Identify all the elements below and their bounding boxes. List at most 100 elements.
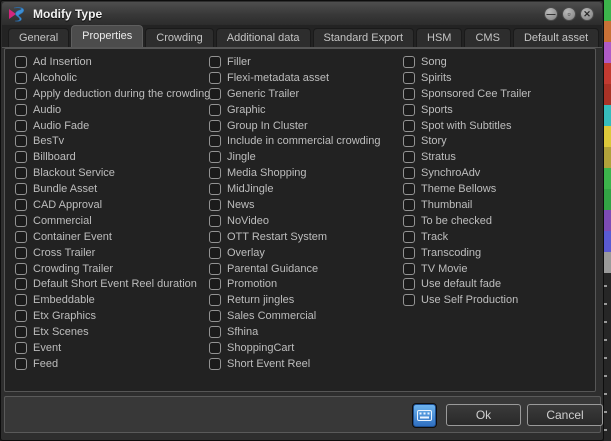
checkbox-item[interactable]: Ad Insertion xyxy=(15,54,207,70)
tab-default-asset[interactable]: Default asset xyxy=(513,28,599,47)
checkbox-unchecked[interactable] xyxy=(15,167,27,179)
checkbox-item[interactable]: Overlay xyxy=(209,245,399,261)
checkbox-item[interactable]: News xyxy=(209,197,399,213)
checkbox-item[interactable]: Filler xyxy=(209,54,399,70)
checkbox-unchecked[interactable] xyxy=(15,120,27,132)
checkbox-item[interactable]: Thumbnail xyxy=(403,197,593,213)
checkbox-unchecked[interactable] xyxy=(15,294,27,306)
checkbox-item[interactable]: Parental Guidance xyxy=(209,261,399,277)
maximize-button[interactable]: ▫ xyxy=(562,7,576,21)
checkbox-item[interactable]: TV Movie xyxy=(403,261,593,277)
checkbox-item[interactable]: Story xyxy=(403,133,593,149)
checkbox-unchecked[interactable] xyxy=(209,135,221,147)
checkbox-unchecked[interactable] xyxy=(15,247,27,259)
checkbox-item[interactable]: Flexi-metadata asset xyxy=(209,70,399,86)
checkbox-unchecked[interactable] xyxy=(15,358,27,370)
checkbox-unchecked[interactable] xyxy=(15,278,27,290)
checkbox-item[interactable]: Theme Bellows xyxy=(403,181,593,197)
checkbox-item[interactable]: NoVideo xyxy=(209,213,399,229)
checkbox-item[interactable]: Sfhina xyxy=(209,324,399,340)
tab-additional-data[interactable]: Additional data xyxy=(216,28,311,47)
tab-general[interactable]: General xyxy=(8,28,69,47)
checkbox-item[interactable]: Event xyxy=(15,340,207,356)
checkbox-unchecked[interactable] xyxy=(403,72,415,84)
checkbox-unchecked[interactable] xyxy=(15,135,27,147)
checkbox-item[interactable]: Bundle Asset xyxy=(15,181,207,197)
checkbox-unchecked[interactable] xyxy=(403,215,415,227)
checkbox-unchecked[interactable] xyxy=(403,135,415,147)
tab-cms[interactable]: CMS xyxy=(464,28,510,47)
checkbox-unchecked[interactable] xyxy=(15,56,27,68)
checkbox-item[interactable]: BesTv xyxy=(15,133,207,149)
checkbox-unchecked[interactable] xyxy=(15,104,27,116)
checkbox-unchecked[interactable] xyxy=(209,231,221,243)
checkbox-unchecked[interactable] xyxy=(209,358,221,370)
checkbox-unchecked[interactable] xyxy=(403,56,415,68)
checkbox-unchecked[interactable] xyxy=(209,310,221,322)
checkbox-unchecked[interactable] xyxy=(209,247,221,259)
checkbox-item[interactable]: Audio xyxy=(15,102,207,118)
tab-crowding[interactable]: Crowding xyxy=(145,28,213,47)
checkbox-item[interactable]: Spot with Subtitles xyxy=(403,118,593,134)
checkbox-item[interactable]: Cross Trailer xyxy=(15,245,207,261)
checkbox-item[interactable]: Use default fade xyxy=(403,276,593,292)
checkbox-unchecked[interactable] xyxy=(209,215,221,227)
checkbox-item[interactable]: Include in commercial crowding xyxy=(209,133,399,149)
checkbox-item[interactable]: Short Event Reel xyxy=(209,356,399,372)
checkbox-item[interactable]: Transcoding xyxy=(403,245,593,261)
checkbox-unchecked[interactable] xyxy=(15,215,27,227)
checkbox-unchecked[interactable] xyxy=(403,151,415,163)
checkbox-unchecked[interactable] xyxy=(403,120,415,132)
checkbox-item[interactable]: Generic Trailer xyxy=(209,86,399,102)
checkbox-item[interactable]: Sales Commercial xyxy=(209,308,399,324)
checkbox-unchecked[interactable] xyxy=(15,342,27,354)
checkbox-item[interactable]: Graphic xyxy=(209,102,399,118)
checkbox-unchecked[interactable] xyxy=(15,231,27,243)
checkbox-unchecked[interactable] xyxy=(403,104,415,116)
checkbox-unchecked[interactable] xyxy=(15,263,27,275)
checkbox-unchecked[interactable] xyxy=(209,151,221,163)
close-button[interactable]: ✕ xyxy=(580,7,594,21)
checkbox-unchecked[interactable] xyxy=(209,199,221,211)
checkbox-unchecked[interactable] xyxy=(209,294,221,306)
checkbox-item[interactable]: Group In Cluster xyxy=(209,118,399,134)
checkbox-item[interactable]: Apply deduction during the crowding xyxy=(15,86,207,102)
virtual-keyboard-button[interactable] xyxy=(413,404,436,427)
checkbox-item[interactable]: Spirits xyxy=(403,70,593,86)
checkbox-item[interactable]: SynchroAdv xyxy=(403,165,593,181)
checkbox-item[interactable]: Sports xyxy=(403,102,593,118)
checkbox-item[interactable]: Etx Scenes xyxy=(15,324,207,340)
checkbox-item[interactable]: Sponsored Cee Trailer xyxy=(403,86,593,102)
checkbox-item[interactable]: Media Shopping xyxy=(209,165,399,181)
tab-hsm[interactable]: HSM xyxy=(416,28,462,47)
checkbox-item[interactable]: Embeddable xyxy=(15,292,207,308)
checkbox-unchecked[interactable] xyxy=(209,326,221,338)
checkbox-unchecked[interactable] xyxy=(15,151,27,163)
checkbox-unchecked[interactable] xyxy=(209,56,221,68)
checkbox-item[interactable]: Commercial xyxy=(15,213,207,229)
checkbox-unchecked[interactable] xyxy=(209,342,221,354)
checkbox-item[interactable]: Crowding Trailer xyxy=(15,261,207,277)
checkbox-item[interactable]: Track xyxy=(403,229,593,245)
tab-standard-export[interactable]: Standard Export xyxy=(313,28,415,47)
checkbox-item[interactable]: MidJingle xyxy=(209,181,399,197)
checkbox-unchecked[interactable] xyxy=(403,183,415,195)
checkbox-unchecked[interactable] xyxy=(15,199,27,211)
checkbox-unchecked[interactable] xyxy=(15,72,27,84)
checkbox-unchecked[interactable] xyxy=(15,326,27,338)
checkbox-unchecked[interactable] xyxy=(209,183,221,195)
tab-properties[interactable]: Properties xyxy=(71,25,143,47)
checkbox-item[interactable]: OTT Restart System xyxy=(209,229,399,245)
checkbox-item[interactable]: Return jingles xyxy=(209,292,399,308)
checkbox-item[interactable]: To be checked xyxy=(403,213,593,229)
checkbox-item[interactable]: Song xyxy=(403,54,593,70)
checkbox-item[interactable]: Blackout Service xyxy=(15,165,207,181)
checkbox-unchecked[interactable] xyxy=(403,263,415,275)
checkbox-item[interactable]: Promotion xyxy=(209,276,399,292)
checkbox-item[interactable]: Use Self Production xyxy=(403,292,593,308)
checkbox-item[interactable]: Etx Graphics xyxy=(15,308,207,324)
checkbox-unchecked[interactable] xyxy=(403,231,415,243)
checkbox-item[interactable]: ShoppingCart xyxy=(209,340,399,356)
checkbox-unchecked[interactable] xyxy=(209,167,221,179)
checkbox-unchecked[interactable] xyxy=(15,88,27,100)
